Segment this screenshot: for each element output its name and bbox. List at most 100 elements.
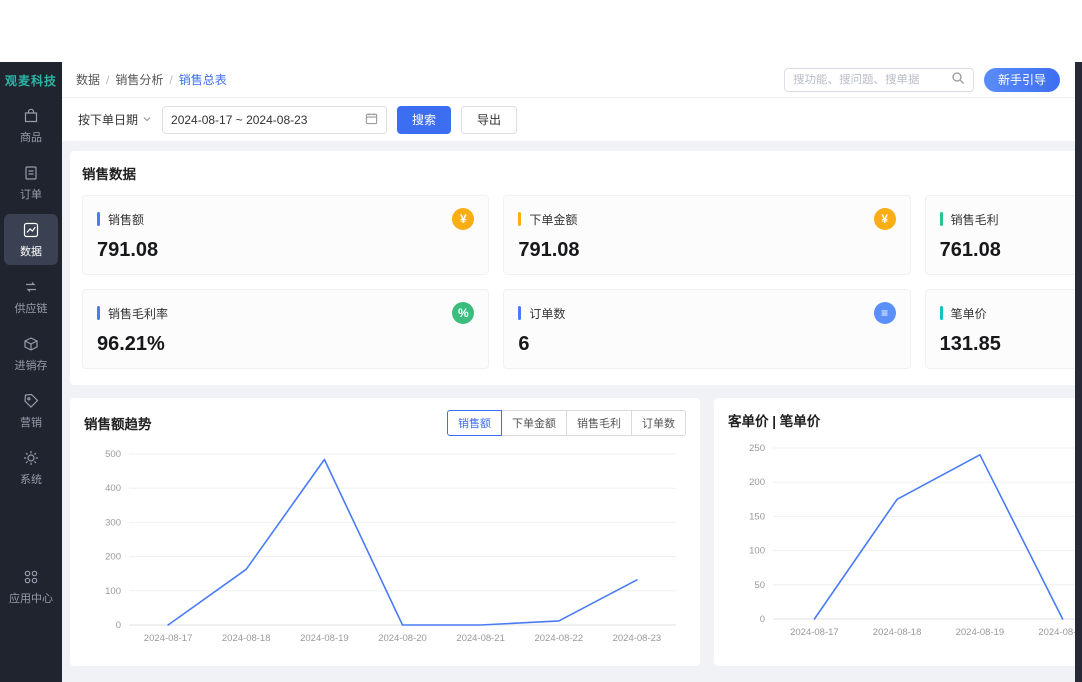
export-button[interactable]: 导出 bbox=[461, 106, 517, 134]
stat-label: 订单数 bbox=[529, 305, 565, 322]
search-button[interactable]: 搜索 bbox=[397, 106, 451, 134]
unit-price-card: 客单价 | 笔单价 0501001502002502024-08-172024-… bbox=[714, 398, 1082, 666]
date-range-input[interactable] bbox=[171, 113, 359, 127]
sidebar-item-label: 应用中心 bbox=[9, 590, 53, 606]
app-center-icon bbox=[22, 568, 40, 586]
sidebar-item-label: 进销存 bbox=[15, 357, 48, 373]
svg-text:400: 400 bbox=[105, 483, 121, 494]
sales-trend-chart: 0 100 200 300 400 500 2024-08-17 2024-08-18 2024… bbox=[84, 444, 686, 652]
svg-text:2024-08-23: 2024-08-23 bbox=[613, 633, 662, 644]
svg-text:2024-08-18: 2024-08-18 bbox=[222, 633, 271, 644]
chevron-down-icon bbox=[142, 113, 152, 127]
trend-tab[interactable]: 销售毛利 bbox=[566, 410, 632, 436]
inventory-icon bbox=[22, 335, 40, 353]
sidebar-item-label: 数据 bbox=[20, 243, 42, 259]
sidebar-item-label: 订单 bbox=[20, 186, 42, 202]
supply-chain-icon bbox=[22, 278, 40, 296]
breadcrumb-separator: / bbox=[106, 73, 109, 87]
window-edge-strip bbox=[1075, 62, 1082, 682]
sales-trend-title: 销售额趋势 bbox=[84, 413, 152, 433]
stat-tile: 销售毛利 ¥ 761.08 bbox=[925, 195, 1082, 275]
stat-label: 销售毛利 bbox=[951, 211, 999, 228]
date-range-picker[interactable] bbox=[162, 106, 387, 134]
sidebar-item-label: 商品 bbox=[20, 129, 42, 145]
orders-icon bbox=[22, 164, 40, 182]
stat-tile: 下单金额 ¥ 791.08 bbox=[503, 195, 910, 275]
svg-text:0: 0 bbox=[760, 614, 765, 625]
accent-bar bbox=[97, 212, 100, 226]
stat-label: 销售额 bbox=[108, 211, 144, 228]
svg-text:150: 150 bbox=[749, 511, 765, 522]
svg-text:2024-08-18: 2024-08-18 bbox=[873, 627, 922, 638]
global-search[interactable] bbox=[784, 68, 974, 92]
svg-text:250: 250 bbox=[749, 443, 765, 454]
svg-text:100: 100 bbox=[105, 586, 121, 597]
trend-tab[interactable]: 销售额 bbox=[447, 410, 502, 436]
svg-text:300: 300 bbox=[105, 517, 121, 528]
trend-tab[interactable]: 订单数 bbox=[631, 410, 686, 436]
sales-trend-card: 销售额趋势 销售额 下单金额 销售毛利 订单数 0 100 200 300 400 500… bbox=[70, 398, 700, 666]
svg-text:50: 50 bbox=[754, 580, 765, 591]
breadcrumb-item[interactable]: 数据 bbox=[76, 71, 100, 88]
stat-value: 761.08 bbox=[940, 239, 1082, 262]
sidebar: 观麦科技 商品 订单 数据 供应链 进销存 营销 系统 应用中心 bbox=[0, 62, 62, 682]
svg-text:200: 200 bbox=[105, 552, 121, 563]
accent-bar bbox=[97, 306, 100, 320]
svg-text:2024-08-22: 2024-08-22 bbox=[534, 633, 583, 644]
goods-icon bbox=[22, 107, 40, 125]
svg-text:2024-08-19: 2024-08-19 bbox=[300, 633, 349, 644]
sidebar-item[interactable]: 营销 bbox=[4, 385, 58, 436]
main-content: 销售数据 销售额 ¥ 791.08 下单金额 ¥ 7 bbox=[62, 141, 1082, 682]
top-bar: 数据 / 销售分析 / 销售总表 新手引导 bbox=[62, 62, 1082, 98]
stat-value: 791.08 bbox=[518, 239, 895, 262]
svg-text:2024-08-19: 2024-08-19 bbox=[956, 627, 1005, 638]
stat-label: 笔单价 bbox=[951, 305, 987, 322]
sidebar-item[interactable]: 商品 bbox=[4, 100, 58, 151]
sidebar-item-label: 系统 bbox=[20, 471, 42, 487]
stat-tile: 销售毛利率 % 96.21% bbox=[82, 289, 489, 369]
svg-text:0: 0 bbox=[116, 620, 121, 631]
order-amount-icon: ¥ bbox=[874, 208, 896, 230]
date-type-label: 按下单日期 bbox=[78, 111, 138, 128]
trend-tab[interactable]: 下单金额 bbox=[501, 410, 567, 436]
search-input[interactable] bbox=[793, 74, 951, 86]
stat-tiles: 销售额 ¥ 791.08 下单金额 ¥ 791.08 bbox=[82, 195, 1082, 369]
trend-metric-tabs: 销售额 下单金额 销售毛利 订单数 bbox=[447, 410, 686, 436]
svg-text:100: 100 bbox=[749, 546, 765, 557]
new-user-guide-button[interactable]: 新手引导 bbox=[984, 68, 1060, 92]
yen-icon: ¥ bbox=[452, 208, 474, 230]
sidebar-item[interactable]: 进销存 bbox=[4, 328, 58, 379]
svg-text:200: 200 bbox=[749, 477, 765, 488]
svg-text:2024-08-17: 2024-08-17 bbox=[144, 633, 193, 644]
breadcrumb-separator: / bbox=[169, 73, 172, 87]
accent-bar bbox=[940, 212, 943, 226]
accent-bar bbox=[518, 306, 521, 320]
svg-text:2024-08-20: 2024-08-20 bbox=[378, 633, 427, 644]
sidebar-item-app-center[interactable]: 应用中心 bbox=[4, 561, 58, 612]
unit-price-title: 客单价 | 笔单价 bbox=[728, 410, 820, 430]
sidebar-item-label: 供应链 bbox=[15, 300, 48, 316]
sales-data-card: 销售数据 销售额 ¥ 791.08 下单金额 ¥ 7 bbox=[70, 151, 1082, 385]
accent-bar bbox=[518, 212, 521, 226]
sidebar-item[interactable]: 系统 bbox=[4, 442, 58, 493]
sidebar-item[interactable]: 供应链 bbox=[4, 271, 58, 322]
calendar-icon[interactable] bbox=[365, 112, 378, 128]
search-icon[interactable] bbox=[951, 71, 965, 88]
sales-data-title: 销售数据 bbox=[82, 163, 1082, 183]
date-type-dropdown[interactable]: 按下单日期 bbox=[78, 111, 152, 128]
app-logo: 观麦科技 bbox=[3, 62, 59, 97]
system-icon bbox=[22, 449, 40, 467]
svg-text:500: 500 bbox=[105, 449, 121, 460]
stat-value: 6 bbox=[518, 333, 895, 356]
sidebar-item[interactable]: 数据 bbox=[4, 214, 58, 265]
percent-icon: % bbox=[452, 302, 474, 324]
svg-text:2024-08-21: 2024-08-21 bbox=[456, 633, 505, 644]
stat-value: 96.21% bbox=[97, 333, 474, 356]
breadcrumb: 数据 / 销售分析 / 销售总表 bbox=[76, 71, 227, 88]
sidebar-item[interactable]: 订单 bbox=[4, 157, 58, 208]
stat-tile: 销售额 ¥ 791.08 bbox=[82, 195, 489, 275]
order-count-icon: ≡ bbox=[874, 302, 896, 324]
unit-price-chart: 0501001502002502024-08-172024-08-182024-… bbox=[728, 438, 1082, 646]
sidebar-item-label: 营销 bbox=[20, 414, 42, 430]
breadcrumb-item[interactable]: 销售分析 bbox=[115, 71, 163, 88]
